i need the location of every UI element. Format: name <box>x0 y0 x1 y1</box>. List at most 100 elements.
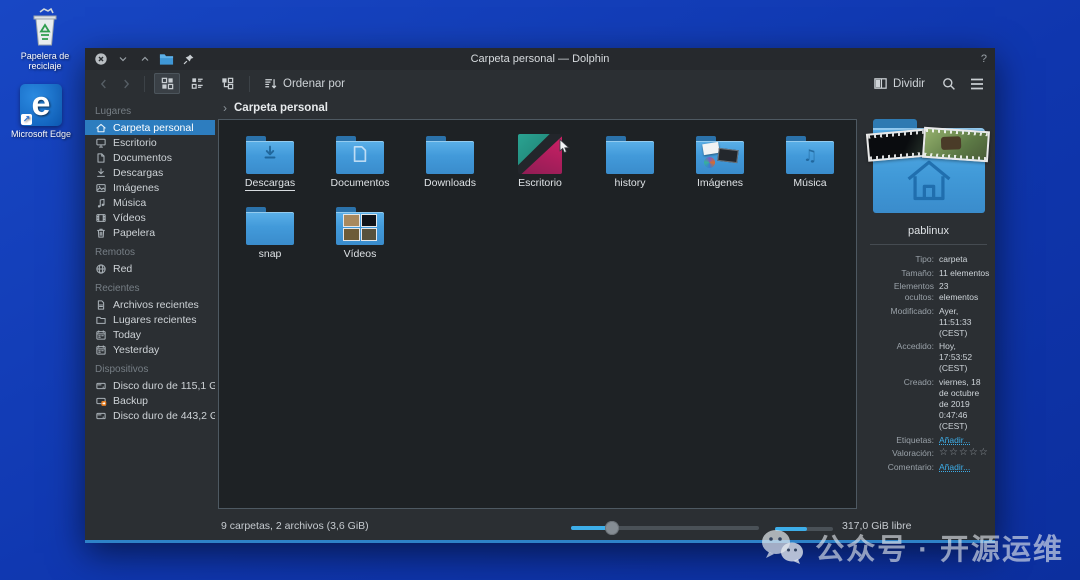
folder-label: history <box>615 177 646 189</box>
sidebar-item-label: Yesterday <box>113 344 159 356</box>
desktop-icon-microsoft-edge[interactable]: e ↗ Microsoft Edge <box>2 82 80 139</box>
sidebar-item-disco-duro-de-443-2-gib[interactable]: Disco duro de 443,2 GiB <box>85 408 215 423</box>
folder-item-musica[interactable]: ♫Música <box>767 130 853 191</box>
search-button[interactable] <box>941 76 957 92</box>
sidebar-item-archivos-recientes[interactable]: Archivos recientes <box>85 297 215 312</box>
property-add-link[interactable]: Añadir... <box>939 462 990 473</box>
download-icon <box>95 167 107 179</box>
trash-icon <box>95 227 107 239</box>
property-row-creado: Creado:viernes, 18 de octubre de 2019 0:… <box>866 377 990 432</box>
sidebar-item-escritorio[interactable]: Escritorio <box>85 135 215 150</box>
escritorio-preview-icon <box>518 130 562 174</box>
folder-item-snap[interactable]: snap <box>227 201 313 260</box>
breadcrumb[interactable]: › Carpeta personal <box>215 97 862 119</box>
forward-button[interactable] <box>117 75 135 93</box>
folder-view[interactable]: Descargas DocumentosDownloadsEscritorio hi… <box>218 119 857 509</box>
zoom-slider[interactable] <box>571 526 759 530</box>
property-value: viernes, 18 de octubre de 2019 0:47:46 (… <box>939 377 990 432</box>
property-label: Comentario: <box>866 462 939 473</box>
sidebar-item-disco-duro-de-115-1-gib[interactable]: Disco duro de 115,1 GiB <box>85 378 215 393</box>
folder-item-videos[interactable]: Vídeos <box>317 201 403 260</box>
sidebar-item-documentos[interactable]: Documentos <box>85 150 215 165</box>
property-add-link[interactable]: Añadir... <box>939 435 990 446</box>
folder-label: Música <box>793 177 826 189</box>
property-value: Ayer, 11:51:33 (CEST) <box>939 306 990 339</box>
folder-item-descargas[interactable]: Descargas <box>227 130 313 191</box>
icons-view-button[interactable] <box>154 73 180 94</box>
sidebar-item-red[interactable]: Red <box>85 261 215 276</box>
sidebar-item-backup[interactable]: Backup <box>85 393 215 408</box>
mouse-cursor-icon <box>556 138 572 156</box>
sidebar-item-label: Música <box>113 197 146 209</box>
property-row-tamano: Tamaño:11 elementos <box>866 268 990 279</box>
sidebar-item-label: Backup <box>113 395 148 407</box>
back-button[interactable] <box>95 75 113 93</box>
pin-icon[interactable] <box>181 52 196 67</box>
sort-by-button[interactable]: Ordenar por <box>259 76 349 91</box>
folder-item-imagenes[interactable]: Imágenes <box>677 130 763 191</box>
sidebar-item-videos[interactable]: Vídeos <box>85 210 215 225</box>
watermark: 公众号 · 开源运维 <box>759 526 1064 568</box>
sidebar-item-label: Vídeos <box>113 212 146 224</box>
sidebar-item-label: Red <box>113 263 132 275</box>
sidebar-item-label: Carpeta personal <box>113 122 194 134</box>
folder-item-escritorio[interactable]: Escritorio <box>497 130 583 191</box>
hamburger-menu-button[interactable] <box>969 77 985 91</box>
details-view-button[interactable] <box>184 73 210 94</box>
sidebar: LugaresCarpeta personalEscritorioDocumen… <box>85 97 215 514</box>
property-row-comentario: Comentario:Añadir... <box>866 462 990 473</box>
split-button[interactable]: Dividir <box>869 76 929 91</box>
selected-item-name: pablinux <box>870 225 987 245</box>
property-label: Modificado: <box>866 306 939 339</box>
sidebar-section-remotos: Remotos <box>85 240 215 261</box>
folder-item-documentos[interactable]: Documentos <box>317 130 403 191</box>
sidebar-item-musica[interactable]: Música <box>85 195 215 210</box>
desktop-icon-label: Papelera de reciclaje <box>21 51 70 71</box>
minimize-chevron-down-icon[interactable] <box>115 52 130 67</box>
sidebar-item-label: Archivos recientes <box>113 299 199 311</box>
sidebar-item-lugares-recientes[interactable]: Lugares recientes <box>85 312 215 327</box>
folder-item-downloads[interactable]: Downloads <box>407 130 493 191</box>
sidebar-item-label: Disco duro de 115,1 GiB <box>113 380 215 392</box>
property-row-valoracion: Valoración:☆☆☆☆☆ <box>866 448 990 459</box>
property-value: 23 elementos <box>939 281 990 303</box>
sidebar-item-label: Disco duro de 443,2 GiB <box>113 410 215 422</box>
folder-label: snap <box>259 248 282 260</box>
rating-stars[interactable]: ☆☆☆☆☆ <box>939 448 990 459</box>
sidebar-item-descargas[interactable]: Descargas <box>85 165 215 180</box>
maximize-chevron-up-icon[interactable] <box>137 52 152 67</box>
sidebar-item-yesterday[interactable]: Yesterday <box>85 342 215 357</box>
property-row-etiquetas: Etiquetas:Añadir... <box>866 435 990 446</box>
sidebar-item-today[interactable]: Today <box>85 327 215 342</box>
desktop-icon <box>95 137 107 149</box>
sidebar-item-label: Escritorio <box>113 137 157 149</box>
property-value: 11 elementos <box>939 268 990 279</box>
zoom-slider-handle[interactable] <box>605 521 619 535</box>
sidebar-item-carpeta-personal[interactable]: Carpeta personal <box>85 120 215 135</box>
folder-item-history[interactable]: history <box>587 130 673 191</box>
toolbar: Ordenar por Dividir <box>85 70 995 97</box>
desktop-icon-recycle-bin[interactable]: Papelera de reciclaje <box>6 4 84 72</box>
sidebar-item-imagenes[interactable]: Imágenes <box>85 180 215 195</box>
folder-icon <box>696 130 744 174</box>
split-label: Dividir <box>893 78 925 90</box>
property-label: Tipo: <box>866 254 939 265</box>
calendar-icon <box>95 344 107 356</box>
folder-titlebar-icon <box>159 52 174 67</box>
center-column: › Carpeta personal Descargas DocumentosDo… <box>215 97 862 514</box>
calendar-icon <box>95 329 107 341</box>
edge-icon: e ↗ <box>2 82 80 126</box>
hdd-icon <box>95 380 107 392</box>
sidebar-item-label: Descargas <box>113 167 163 179</box>
wechat-icon <box>759 528 805 566</box>
desktop-icon-label: Microsoft Edge <box>11 129 71 139</box>
toolbar-separator <box>144 76 145 92</box>
close-button[interactable] <box>93 52 108 67</box>
breadcrumb-current[interactable]: Carpeta personal <box>234 102 328 114</box>
sidebar-item-papelera[interactable]: Papelera <box>85 225 215 240</box>
selected-folder-preview <box>873 119 985 213</box>
folder-label: Descargas <box>245 177 295 191</box>
recent-files-icon <box>95 299 107 311</box>
help-button[interactable]: ? <box>981 53 987 65</box>
tree-view-button[interactable] <box>214 73 240 94</box>
